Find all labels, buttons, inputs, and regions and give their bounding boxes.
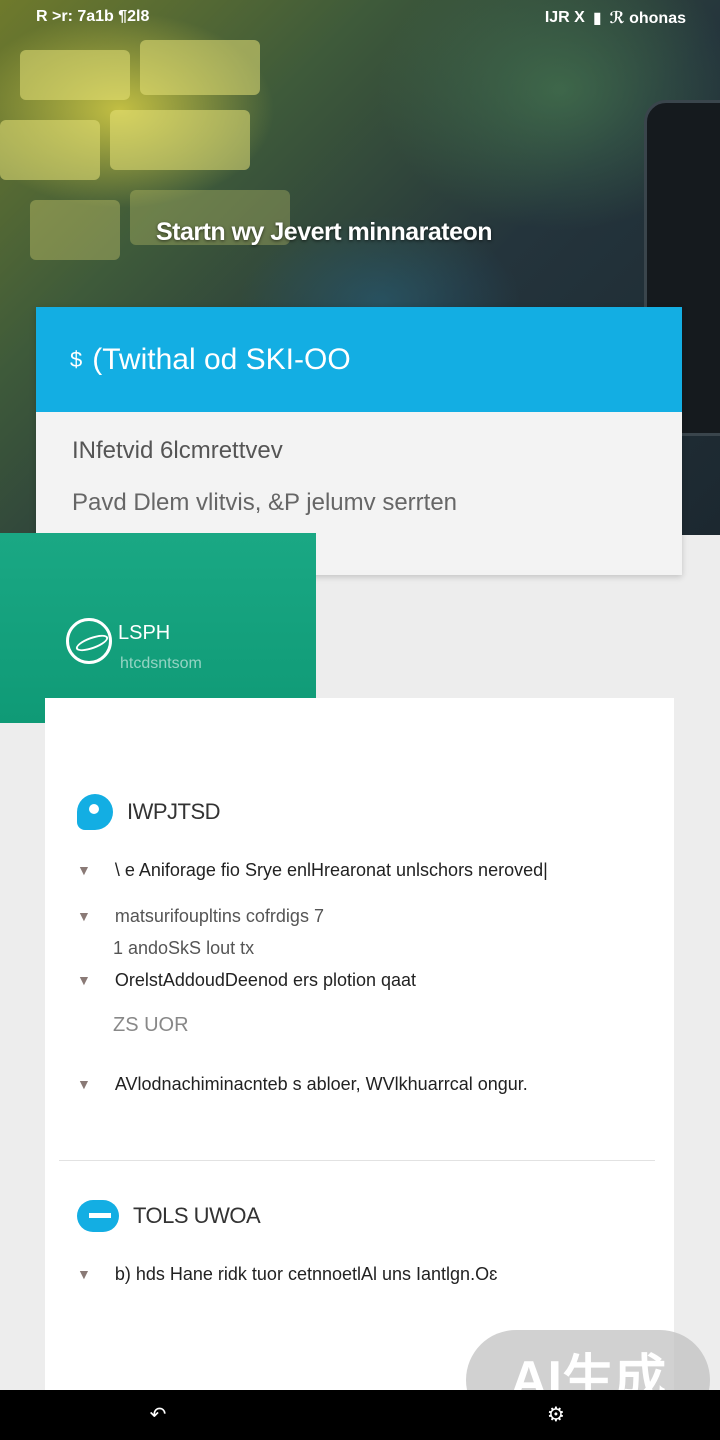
bullet-arrow-icon: ▼	[77, 1266, 91, 1282]
bullet-arrow-icon: ▼	[77, 972, 91, 988]
brand-subtitle: htcdsntsom	[120, 655, 202, 672]
nav-settings-icon[interactable]: ⚙	[536, 1402, 576, 1428]
list-item: ▼ AVlodnachiminacnteb s abloer, WVlkhuar…	[77, 1074, 528, 1095]
section-header-2: TOLS UWOA	[77, 1200, 261, 1232]
section-title-1: IWPJTSD	[127, 799, 221, 824]
status-right-extra: ℛ ohonas	[609, 10, 686, 27]
navigation-bar: ↶ ⚙	[0, 1390, 720, 1440]
section-header-1: IWPJTSD	[77, 794, 221, 830]
list-item: ▼ b) hds Hane ridk tuor cetnnoetlAl uns …	[77, 1264, 497, 1285]
bullet-arrow-icon: ▼	[77, 1076, 91, 1092]
features-card: IWPJTSD ▼ \ e Aniforage fio Srye enlHrea…	[45, 698, 674, 1398]
pricing-card-header[interactable]: $ (Twithal od SKI-OO	[36, 307, 682, 412]
hero-title: Startn wy Jevert minnarateon	[155, 218, 493, 246]
status-left-text: R >r: 7a1b ¶2l8	[36, 8, 150, 25]
pricing-card-line1: INfetvid 6lcmrettvev	[72, 437, 283, 464]
brand-name: LSPH	[118, 622, 171, 644]
section-subhead: ZS UOR	[113, 1014, 189, 1036]
list-item-text: 1 andoSkS lout tx	[113, 938, 255, 958]
chat-bubble-icon	[77, 794, 113, 830]
list-item: ▼ OrelstAddoudDeenod ers plotion qaat	[77, 970, 416, 991]
pricing-card-title: (Twithal od SKI-OO	[92, 342, 351, 376]
list-item-text: AVlodnachiminacnteb s abloer, WVlkhuarrc…	[114, 1074, 528, 1094]
pricing-card-line2: Pavd Dlem vlitvis, &P jelumv serrten	[72, 489, 458, 516]
status-right-text: IJR X	[544, 9, 585, 26]
battery-icon: ▮	[592, 10, 602, 27]
divider	[59, 1160, 655, 1161]
list-item-continued: 1 andoSkS lout tx	[113, 938, 254, 959]
bullet-arrow-icon: ▼	[77, 862, 91, 878]
status-bar: R >r: 7a1b ¶2l8 IJR X ▮ ℛ ohonas	[0, 0, 720, 34]
list-item-text: \ e Aniforage fio Srye enlHrearonat unls…	[114, 860, 548, 880]
bullet-arrow-icon: ▼	[77, 908, 91, 924]
list-item-text: b) hds Hane ridk tuor cetnnoetlAl uns Ia…	[114, 1264, 498, 1284]
list-item-text: matsurifoupltins cofrdigs 7	[114, 906, 324, 926]
tools-icon	[77, 1200, 119, 1232]
section-title-2: TOLS UWOA	[133, 1203, 261, 1228]
dollar-icon: $	[70, 346, 83, 372]
brand-logo-icon	[66, 618, 112, 664]
list-item: ▼ \ e Aniforage fio Srye enlHrearonat un…	[77, 860, 548, 881]
list-item-text: OrelstAddoudDeenod ers plotion qaat	[114, 970, 417, 990]
list-item: ▼ matsurifoupltins cofrdigs 7	[77, 906, 324, 927]
nav-back-icon[interactable]: ↶	[138, 1402, 178, 1428]
status-right-group: IJR X ▮ ℛ ohonas	[545, 8, 686, 28]
keyboard-image	[0, 40, 330, 320]
